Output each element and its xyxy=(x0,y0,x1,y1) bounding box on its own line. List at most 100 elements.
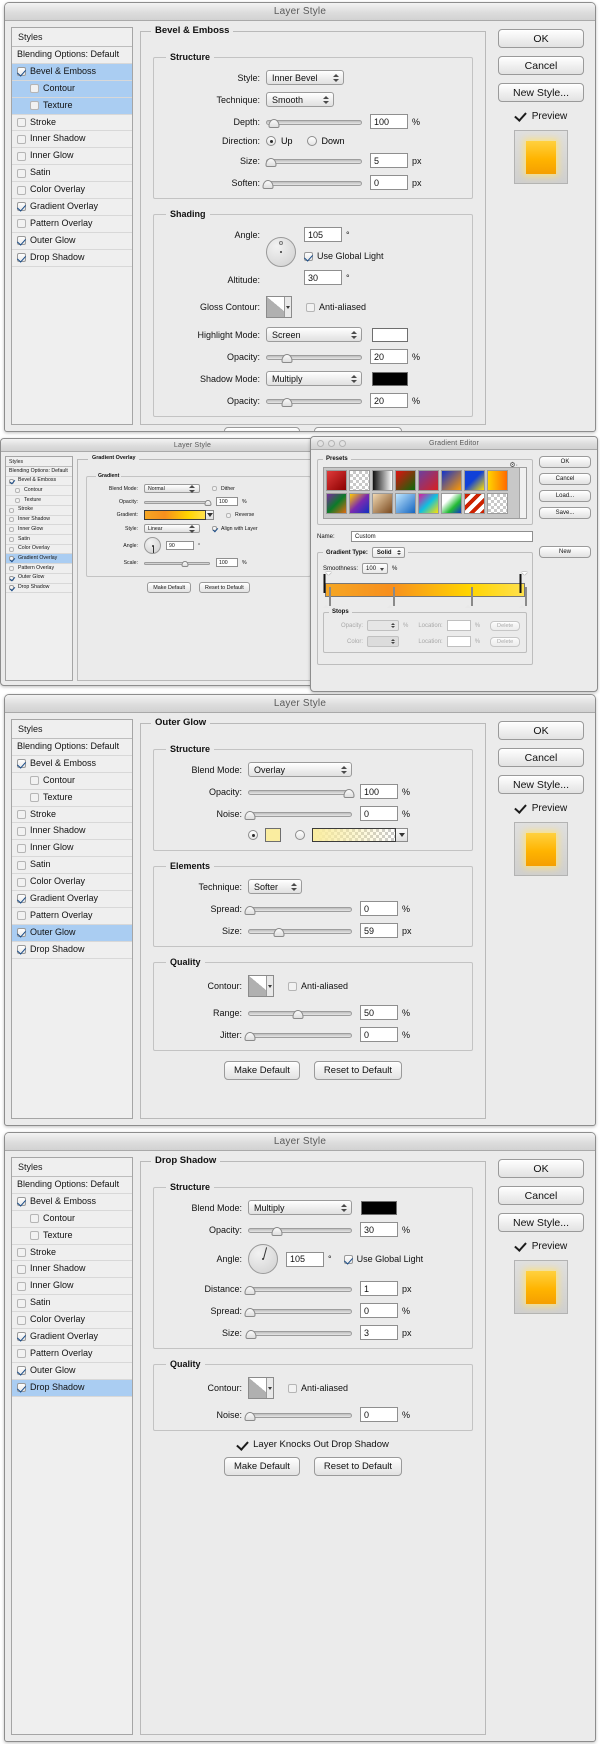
sidebar-item-inner-glow[interactable]: Inner Glow xyxy=(12,840,132,858)
spread-input[interactable]: 0 xyxy=(360,901,398,916)
checkbox-icon[interactable] xyxy=(212,526,217,531)
slider-knob[interactable] xyxy=(244,1031,256,1041)
sidebar-item-contour[interactable]: Contour xyxy=(12,772,132,790)
new-style-button[interactable]: New Style... xyxy=(498,1213,584,1232)
gloss-contour-thumbnail[interactable] xyxy=(266,296,292,318)
shadow-mode-select[interactable]: Multiply xyxy=(266,371,362,386)
sidebar-item-satin[interactable]: Satin xyxy=(12,857,132,875)
preset-swatch[interactable] xyxy=(487,470,508,491)
preset-swatch[interactable] xyxy=(326,493,347,514)
color-stop-marker[interactable] xyxy=(519,587,527,608)
checkbox-icon[interactable] xyxy=(9,566,14,572)
opacity-input[interactable]: 100 xyxy=(216,497,238,506)
shadow-color-swatch[interactable] xyxy=(372,371,408,386)
size-input[interactable]: 59 xyxy=(360,923,398,938)
checkbox-icon[interactable] xyxy=(17,168,26,178)
contour-dropdown-icon[interactable] xyxy=(266,1378,273,1398)
delete-stop-button[interactable]: Delete xyxy=(490,620,521,631)
checkbox-icon[interactable] xyxy=(9,546,14,552)
opacity-input[interactable]: 100 xyxy=(360,784,398,799)
smoothness-select[interactable]: 100 xyxy=(362,563,389,574)
checkmark-icon[interactable] xyxy=(515,802,527,814)
checkbox-icon[interactable] xyxy=(17,1298,26,1308)
size-slider[interactable] xyxy=(265,155,362,167)
checkmark-icon[interactable] xyxy=(515,110,527,122)
cancel-button[interactable]: Cancel xyxy=(539,473,591,485)
checkbox-icon[interactable] xyxy=(9,536,14,542)
sidebar-item-inner-shadow[interactable]: Inner Shadow xyxy=(12,131,132,149)
noise-input[interactable]: 0 xyxy=(360,806,398,821)
direction-down-radio[interactable] xyxy=(306,136,317,146)
sidebar-item-bevel-emboss[interactable]: Bevel & Emboss xyxy=(12,755,132,773)
sidebar-item-stroke[interactable]: Stroke xyxy=(12,806,132,824)
checkbox-icon[interactable] xyxy=(17,151,26,161)
sidebar-item-stroke[interactable]: Stroke xyxy=(6,505,72,516)
slider-knob[interactable] xyxy=(281,353,293,363)
layer-style-dialog-outer-glow[interactable]: Layer Style Styles Blending Options: Def… xyxy=(4,694,596,1126)
new-style-button[interactable]: New Style... xyxy=(498,775,584,794)
preset-swatch[interactable] xyxy=(441,470,462,491)
preset-swatch[interactable] xyxy=(326,470,347,491)
sidebar-item-satin[interactable]: Satin xyxy=(6,535,72,545)
checkbox-icon[interactable] xyxy=(306,302,315,312)
stop-location-input-2[interactable] xyxy=(446,636,471,647)
sidebar-item-contour[interactable]: Contour xyxy=(12,80,132,98)
checkbox-icon[interactable] xyxy=(30,101,39,111)
preset-swatch[interactable] xyxy=(349,493,370,514)
sidebar-item-drop-shadow[interactable]: Drop Shadow xyxy=(12,941,132,959)
checkbox-icon[interactable] xyxy=(17,134,26,144)
glow-color-radio[interactable] xyxy=(248,830,258,840)
contour-thumbnail[interactable] xyxy=(248,975,274,997)
noise-input[interactable]: 0 xyxy=(360,1407,398,1422)
checkbox-icon[interactable] xyxy=(15,488,20,494)
anti-aliased-checkbox-row[interactable]: Anti-aliased xyxy=(288,1383,348,1393)
sidebar-item-texture[interactable]: Texture xyxy=(12,97,132,115)
dial-handle[interactable] xyxy=(279,241,283,245)
glow-gradient-bar[interactable] xyxy=(312,828,396,842)
size-input[interactable]: 3 xyxy=(360,1325,398,1340)
use-global-light-checkbox-row[interactable]: Use Global Light xyxy=(304,251,384,261)
checkbox-icon[interactable] xyxy=(17,810,26,819)
opacity-stop-marker[interactable] xyxy=(519,572,528,593)
distance-input[interactable]: 1 xyxy=(360,1281,398,1296)
sidebar-item-color-overlay[interactable]: Color Overlay xyxy=(12,182,132,200)
new-button[interactable]: New xyxy=(539,546,591,558)
presets-scrollbar[interactable] xyxy=(519,468,526,518)
name-input[interactable]: Custom xyxy=(351,531,533,542)
slider-knob[interactable] xyxy=(244,905,256,915)
slider-knob[interactable] xyxy=(271,1226,283,1236)
sidebar-item-blending-options[interactable]: Blending Options: Default xyxy=(12,739,132,756)
make-default-button[interactable]: Make Default xyxy=(223,427,300,431)
direction-up-radio[interactable] xyxy=(266,136,276,146)
ok-button[interactable]: OK xyxy=(498,29,584,48)
checkmark-icon[interactable] xyxy=(515,1240,527,1252)
scale-input[interactable]: 100 xyxy=(216,558,238,567)
slider-knob[interactable] xyxy=(244,810,256,820)
sidebar-item-color-overlay[interactable]: Color Overlay xyxy=(6,544,72,555)
zoom-icon[interactable] xyxy=(339,440,346,447)
sidebar-item-inner-glow[interactable]: Inner Glow xyxy=(12,148,132,166)
styles-sidebar[interactable]: Styles Blending Options: Default Bevel &… xyxy=(11,27,133,425)
checkbox-icon[interactable] xyxy=(304,251,313,261)
checkbox-icon[interactable] xyxy=(9,517,14,523)
titlebar[interactable]: Gradient Editor xyxy=(311,437,597,450)
checkbox-icon[interactable] xyxy=(17,1383,26,1393)
save-button[interactable]: Save... xyxy=(539,507,591,519)
layer-style-dialog-bevel[interactable]: Layer Style Styles Blending Options: Def… xyxy=(4,2,596,432)
sidebar-item-inner-glow[interactable]: Inner Glow xyxy=(6,525,72,536)
preset-swatch[interactable] xyxy=(395,470,416,491)
preset-swatch[interactable] xyxy=(372,493,393,514)
checkbox-icon[interactable] xyxy=(30,776,39,786)
gradient-stop-bar[interactable] xyxy=(323,572,528,608)
slider-knob[interactable] xyxy=(262,179,274,189)
checkbox-icon[interactable] xyxy=(17,860,26,870)
styles-sidebar[interactable]: Styles Blending Options: Default Bevel &… xyxy=(11,719,133,1119)
titlebar[interactable]: Layer Style xyxy=(5,1133,595,1151)
shadow-opacity-slider[interactable] xyxy=(266,395,362,407)
angle-dial[interactable] xyxy=(248,1244,278,1274)
glow-gradient-radio[interactable] xyxy=(295,830,305,840)
highlight-opacity-slider[interactable] xyxy=(266,351,362,363)
angle-dial[interactable] xyxy=(266,237,296,267)
layer-style-dialog-drop-shadow[interactable]: Layer Style Styles Blending Options: Def… xyxy=(4,1132,596,1742)
sidebar-item-drop-shadow[interactable]: Drop Shadow xyxy=(6,583,72,594)
